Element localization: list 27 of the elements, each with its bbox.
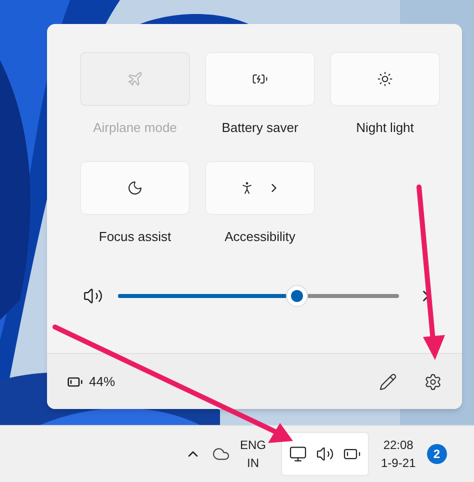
language-indicator[interactable]: IN (247, 454, 259, 472)
tile-label: Battery saver (222, 119, 298, 137)
tile-label: Focus assist (98, 228, 172, 246)
quick-setting-tile[interactable] (205, 160, 315, 214)
volume-icon[interactable] (83, 286, 103, 306)
tile-label: Night light (356, 119, 414, 137)
tile-label: Airplane mode (93, 119, 177, 137)
airplane-icon (127, 71, 143, 87)
monitor-icon (289, 445, 307, 463)
sun-icon (377, 71, 393, 87)
notification-badge[interactable]: 2 (426, 444, 447, 464)
volume-icon (316, 445, 334, 463)
battery-percentage: 44% (89, 372, 116, 391)
clock-date[interactable]: 1-9-21 (381, 454, 416, 472)
settings-icon[interactable] (424, 372, 442, 390)
moon-icon (127, 180, 143, 196)
edit-icon[interactable] (379, 372, 397, 390)
quick-setting-tile[interactable] (80, 160, 190, 214)
slider-thumb[interactable] (286, 285, 308, 307)
clock-time[interactable]: 22:08 (383, 436, 414, 454)
cloud-icon[interactable] (212, 445, 230, 463)
tile-label: Accessibility (224, 228, 296, 246)
volume-slider[interactable] (118, 285, 399, 307)
quick-setting-tile[interactable] (330, 52, 440, 106)
system-tray-button[interactable] (281, 432, 369, 476)
quick-setting-tile[interactable] (205, 52, 315, 106)
language-indicator[interactable]: ENG (240, 436, 266, 454)
